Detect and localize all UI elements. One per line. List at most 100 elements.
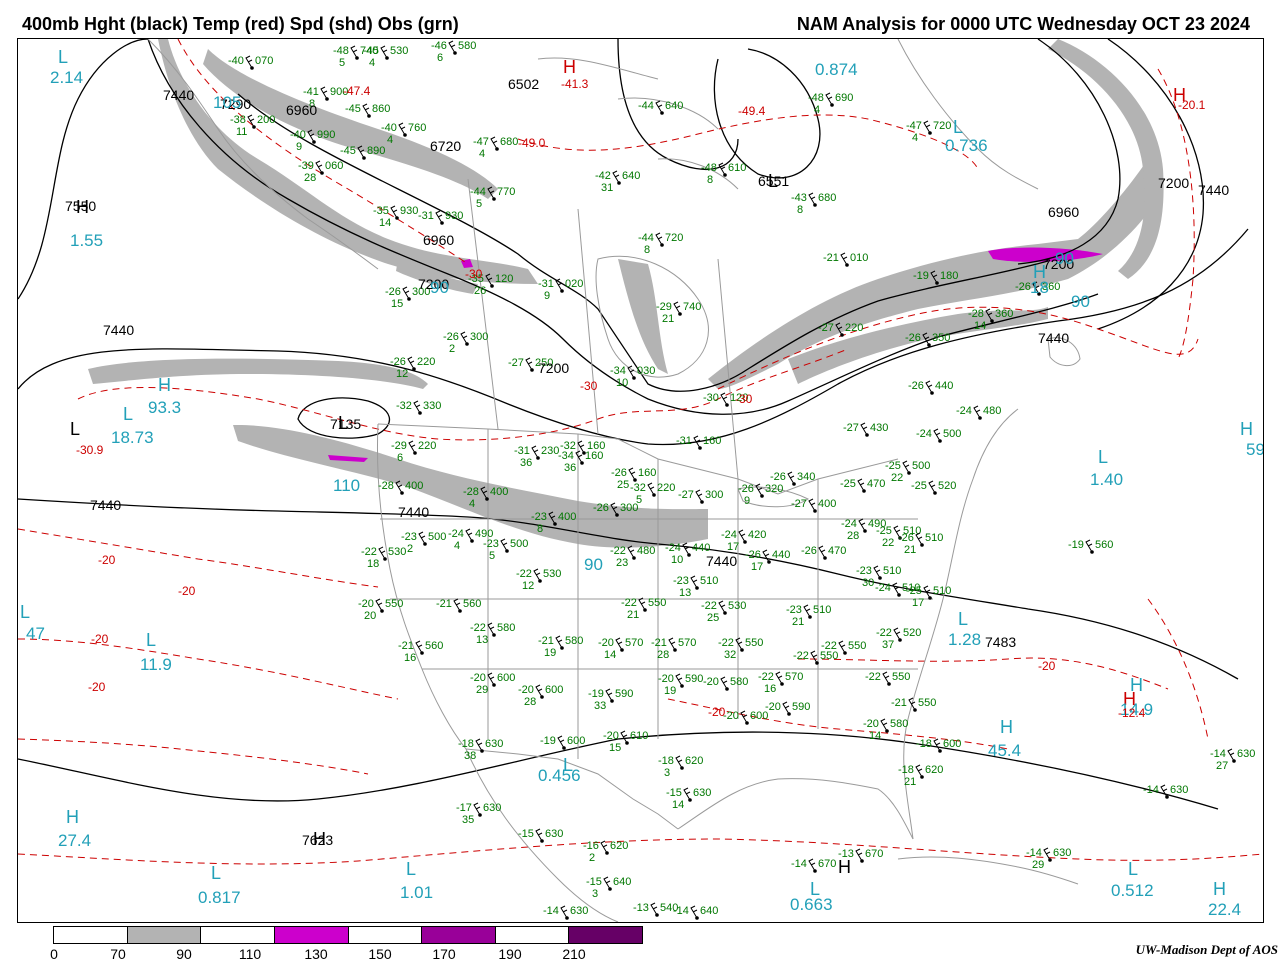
obs-temperature: -22 [793, 650, 809, 662]
wind-barb [247, 114, 255, 128]
station-observation: -26 440 17 [745, 549, 790, 573]
extrema-value-label: 0.736 [945, 136, 988, 155]
legend-box-70-90 [127, 927, 202, 943]
obs-temperature: -39 [298, 160, 314, 172]
obs-height: 620 [925, 764, 943, 776]
obs-temperature: -22 [701, 600, 717, 612]
station-observation: -13 540 [633, 902, 678, 917]
temp-contour-southern [18, 838, 1263, 865]
wind-barb [448, 40, 456, 54]
obs-temperature: -26 [385, 286, 401, 298]
station-observation: -46 580 6 [431, 40, 476, 64]
obs-temperature: -24 [448, 528, 464, 540]
obs-height: 480 [983, 405, 1001, 417]
obs-temperature: -24 [721, 529, 737, 541]
wind-barb [892, 582, 900, 596]
station-observation: -24 480 [956, 405, 1001, 420]
wind-barb [882, 671, 890, 685]
wind-barb [557, 735, 565, 749]
canada-province-2 [577, 208, 599, 435]
obs-height: 560 [1095, 539, 1113, 551]
station-observation: -22 530 25 [701, 600, 746, 624]
legend-box-130-150 [348, 927, 423, 943]
obs-temperature: -14 [1143, 784, 1159, 796]
jet-streak-canada [618, 259, 668, 374]
obs-temperature: -22 [876, 627, 892, 639]
obs-height: 560 [463, 598, 481, 610]
temperature-value-label: -30.9 [76, 443, 104, 457]
obs-temperature: -22 [865, 671, 881, 683]
wind-barb [475, 738, 483, 752]
obs-height: 590 [792, 701, 810, 713]
low-center-marker: L [953, 117, 963, 137]
weather-map: -40 070 -48 740 5 -45 530 4 -46 580 6 -41 900 8 -45 860… [17, 38, 1264, 923]
height-contour-label: 7440 [90, 497, 121, 513]
high-center-marker: H [838, 857, 851, 877]
height-contour-label: 6960 [423, 232, 454, 248]
wind-barb [555, 635, 563, 649]
obs-height: 680 [818, 192, 836, 204]
obs-height: 300 [470, 331, 488, 343]
high-center-marker: H [313, 829, 326, 849]
obs-temperature: -26 [908, 380, 924, 392]
wind-barb [973, 405, 981, 419]
obs-temperature: -48 [701, 162, 717, 174]
station-observation: -26 300 2 [443, 331, 488, 355]
wind-barb [675, 755, 683, 769]
obs-temperature: -13 [633, 902, 649, 914]
obs-height: 220 [418, 440, 436, 452]
obs-temperature: -26 [443, 331, 459, 343]
station-observation: -48 690 4 [808, 92, 853, 116]
obs-height: 690 [835, 92, 853, 104]
obs-height: 610 [728, 162, 746, 174]
obs-height: 330 [423, 400, 441, 412]
low-center-marker: L [70, 419, 80, 439]
height-contour-low-arctic [713, 48, 821, 179]
wind-barb [1160, 784, 1168, 798]
obs-dewpoint-depression: 20 [364, 610, 376, 622]
credit-label: UW-Madison Dept of AOS [1135, 942, 1278, 957]
obs-height: 510 [700, 575, 718, 587]
station-observation: -22 530 18 [361, 546, 406, 570]
station-observation: -29 740 21 [656, 301, 701, 325]
wind-barb [320, 86, 328, 100]
station-observation: -17 630 35 [456, 802, 501, 826]
legend-box-170-190 [495, 927, 570, 943]
obs-temperature: -22 [516, 568, 532, 580]
obs-temperature: -26 [905, 332, 921, 344]
obs-height: 930 [400, 205, 418, 217]
wind-barb [525, 357, 533, 371]
obs-height: 640 [613, 876, 631, 888]
obs-temperature: -21 [398, 640, 414, 652]
obs-temperature: -20 [518, 684, 534, 696]
wind-barb [535, 684, 543, 698]
obs-temperature: -48 [808, 92, 824, 104]
obs-height: 600 [545, 684, 563, 696]
temperature-value-label: -49.4 [738, 104, 766, 118]
obs-dewpoint-depression: 4 [912, 132, 918, 144]
obs-dewpoint-depression: 13 [476, 634, 488, 646]
wind-barb [755, 483, 763, 497]
station-observation: -24 500 [916, 428, 961, 443]
obs-temperature: -14 [791, 858, 807, 870]
wind-barb [560, 905, 568, 919]
obs-temperature: -29 [656, 301, 672, 313]
wind-barb [615, 637, 623, 651]
station-observation: -20 600 29 [470, 672, 515, 696]
low-center-marker: L [406, 859, 416, 879]
wind-barb [487, 672, 495, 686]
wind-barb [908, 697, 916, 711]
low-center-marker: L [146, 630, 156, 650]
gulf-coast [677, 778, 914, 840]
obs-dewpoint-depression: 37 [882, 639, 894, 651]
height-contour-7200 [147, 39, 1099, 415]
obs-height: 580 [497, 622, 515, 634]
obs-temperature: -21 [823, 252, 839, 264]
high-center-marker: H [66, 807, 79, 827]
wind-barb [490, 136, 498, 150]
height-contour-label: 6502 [508, 76, 539, 92]
station-observation: -27 300 [678, 489, 723, 504]
obs-height: 570 [625, 637, 643, 649]
obs-height: 550 [745, 637, 763, 649]
legend-box-0-70 [54, 927, 128, 943]
